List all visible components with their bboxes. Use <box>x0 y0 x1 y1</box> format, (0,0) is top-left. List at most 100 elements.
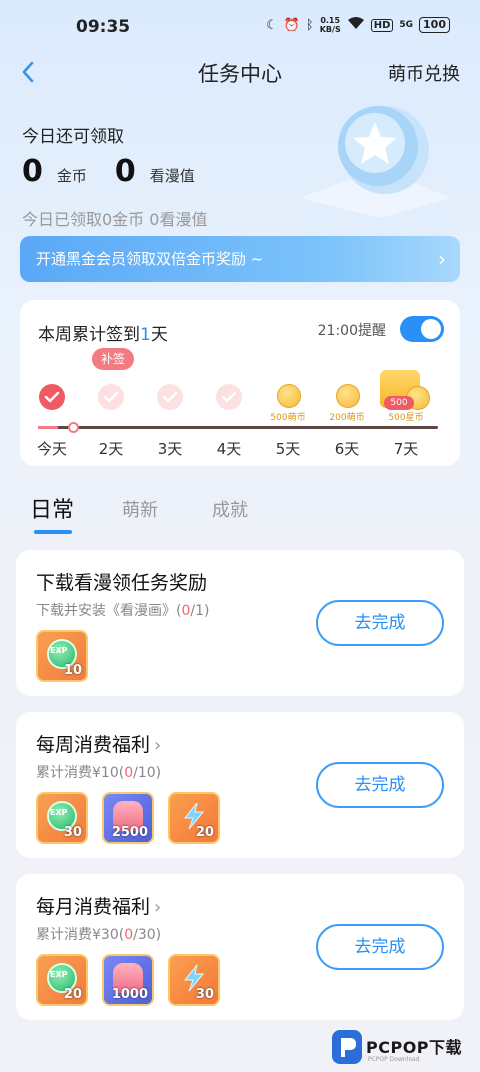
check-icon <box>98 384 124 410</box>
reward-item: 30 <box>168 954 220 1006</box>
today-stats: 0 金币 0 看漫值 <box>22 154 223 189</box>
signin-title-prefix: 本周累计签到 <box>38 325 140 345</box>
signin-count: 1 <box>140 325 151 345</box>
day-label: 6天 <box>334 440 360 458</box>
go-complete-button[interactable]: 去完成 <box>316 762 444 808</box>
task-progress: 累计消费¥10(0/10) <box>36 762 161 782</box>
check-icon <box>157 384 183 410</box>
watermark-sub: PCPOP Download <box>368 1056 420 1063</box>
check-icon <box>39 384 65 410</box>
coins-value: 0 <box>22 154 43 189</box>
task-desc-prefix: 累计消费¥30( <box>36 927 125 943</box>
tab-newbie[interactable]: 萌新 <box>122 496 158 522</box>
alarm-icon: ⏰ <box>283 17 300 33</box>
tab-active-indicator <box>34 530 72 534</box>
status-bar: 09:35 ☾ ⏰ ᛒ 0.15 KB/S HD 5G 100 <box>0 0 480 56</box>
signal-icon: 5G <box>399 20 414 30</box>
watch-unit: 看漫值 <box>149 167 195 185</box>
signin-title: 本周累计签到1天 <box>38 320 168 345</box>
top-bar: 任务中心 萌币兑换 <box>0 56 480 88</box>
signin-day-7: 500 500星币 7天 <box>376 370 436 460</box>
coin-icon <box>277 384 301 408</box>
coins-unit: 金币 <box>56 167 87 185</box>
reminder-label: 21:00提醒 <box>317 323 386 339</box>
task-card: 下载看漫领任务奖励 下载并安装《看漫画》(0/1) 去完成 EXP 10 <box>16 550 464 696</box>
task-card: 每月消费福利 › 累计消费¥30(0/30) 去完成 EXP 20 1000 30 <box>16 874 464 1020</box>
chevron-right-icon: › <box>438 247 446 271</box>
day-reward: 500星币 <box>388 413 424 423</box>
reward-qty: 20 <box>195 825 214 840</box>
exp-tag: EXP <box>50 646 68 655</box>
reward-qty: 30 <box>195 987 214 1002</box>
net-speed-unit: KB/S <box>319 25 341 34</box>
reward-qty: 30 <box>63 825 82 840</box>
reward-item: 2500 <box>102 792 154 844</box>
reward-qty: 10 <box>63 663 82 678</box>
reward-item: EXP 10 <box>36 630 88 682</box>
task-desc-suffix: /1) <box>190 603 210 619</box>
reminder-toggle[interactable] <box>400 316 444 342</box>
back-icon[interactable] <box>18 58 42 86</box>
vip-banner[interactable]: 开通黑金会员领取双倍金币奖励 ~ › <box>20 236 460 282</box>
day-label: 5天 <box>275 440 301 458</box>
chevron-right-icon: › <box>154 897 162 918</box>
signin-day-6: 200萌币 6天 <box>317 380 377 460</box>
task-desc-suffix: /30) <box>133 927 162 943</box>
reward-list: EXP 10 <box>36 630 88 682</box>
task-desc-prefix: 累计消费¥10( <box>36 765 125 781</box>
signin-day-5: 500萌币 5天 <box>258 380 318 460</box>
task-desc-prefix: 下载并安装《看漫画》( <box>36 603 182 619</box>
task-title: 下载看漫领任务奖励 <box>36 568 207 595</box>
task-progress: 下载并安装《看漫画》(0/1) <box>36 600 209 620</box>
watermark-brand: PCPOP下载 <box>366 1038 463 1057</box>
task-title[interactable]: 每周消费福利 › <box>36 730 161 757</box>
reward-list: EXP 30 2500 20 <box>36 792 220 844</box>
watch-value: 0 <box>114 154 136 189</box>
reward-item: EXP 20 <box>36 954 88 1006</box>
exp-tag: EXP <box>50 808 68 817</box>
toggle-knob <box>421 319 441 339</box>
task-title-text: 下载看漫领任务奖励 <box>36 572 208 594</box>
reward-qty: 20 <box>63 987 82 1002</box>
go-complete-button[interactable]: 去完成 <box>316 924 444 970</box>
vip-banner-text: 开通黑金会员领取双倍金币奖励 ~ <box>36 250 264 268</box>
reward-list: EXP 20 1000 30 <box>36 954 220 1006</box>
battery-icon: 100 <box>419 17 450 33</box>
day-label: 7天 <box>393 440 419 458</box>
signin-card: 本周累计签到1天 21:00提醒 补签 今天 2天 3天 4天 500萌币 5天 200萌币… <box>20 300 460 466</box>
task-progress: 累计消费¥30(0/30) <box>36 924 161 944</box>
net-speed: 0.15 KB/S <box>320 16 341 34</box>
signin-day-2: 2天 <box>81 380 141 460</box>
reward-qty: 1000 <box>111 987 148 1002</box>
tab-daily[interactable]: 日常 <box>30 492 74 524</box>
status-icons: ☾ ⏰ ᛒ 0.15 KB/S HD 5G 100 <box>266 16 450 34</box>
task-done-count: 0 <box>124 765 134 781</box>
day-label: 今天 <box>36 440 67 458</box>
tab-achievement[interactable]: 成就 <box>212 496 248 522</box>
claimed-today-text: 今日已领取0金币 0看漫值 <box>22 210 208 229</box>
task-done-count: 0 <box>124 927 134 943</box>
hd-icon: HD <box>370 18 394 32</box>
makeup-signin-button[interactable]: 补签 <box>92 348 134 370</box>
claim-label: 今日还可领取 <box>22 127 124 147</box>
bluetooth-icon: ᛒ <box>305 17 314 33</box>
task-title-text: 每周消费福利 <box>36 734 151 756</box>
watermark: PCPOP下载 PCPOP Download <box>332 1026 480 1066</box>
reward-item: 1000 <box>102 954 154 1006</box>
task-desc-suffix: /10) <box>133 765 162 781</box>
signin-day-1: 今天 <box>22 380 82 460</box>
check-icon <box>216 384 242 410</box>
day-reward: 200萌币 <box>329 413 365 423</box>
day-label: 3天 <box>157 440 183 458</box>
go-complete-button[interactable]: 去完成 <box>316 600 444 646</box>
star-badge: 500 <box>384 396 414 410</box>
moon-icon: ☾ <box>266 17 278 33</box>
task-title[interactable]: 每月消费福利 › <box>36 892 161 919</box>
exp-tag: EXP <box>50 970 68 979</box>
task-card: 每周消费福利 › 累计消费¥10(0/10) 去完成 EXP 30 2500 20 <box>16 712 464 858</box>
coin-exchange-link[interactable]: 萌币兑换 <box>388 60 460 86</box>
coin-star-illustration <box>280 88 460 248</box>
day-label: 2天 <box>98 440 124 458</box>
wifi-icon <box>347 16 365 34</box>
reward-qty: 2500 <box>111 825 148 840</box>
